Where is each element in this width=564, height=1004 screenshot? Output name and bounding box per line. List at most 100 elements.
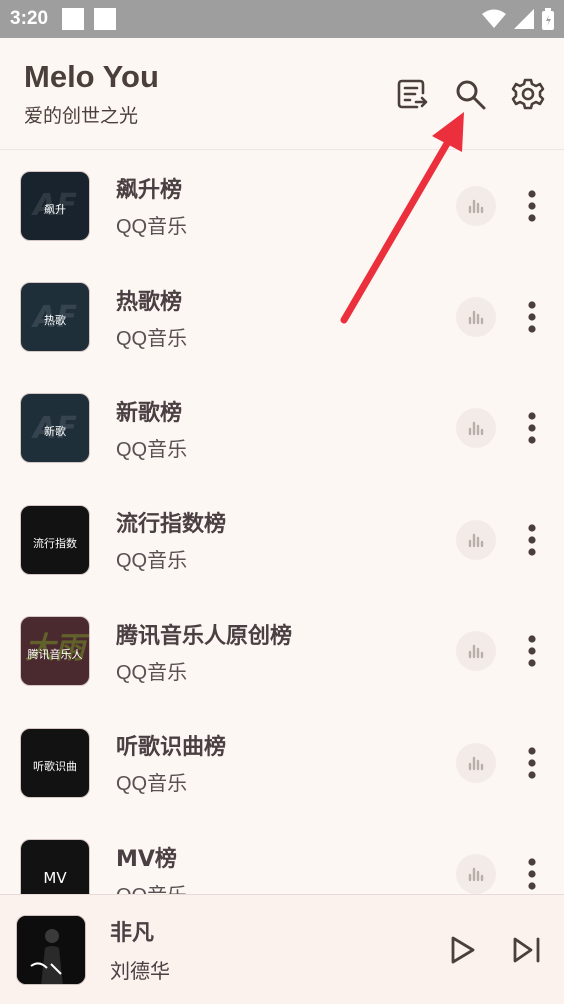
chart-title: 听歌识曲榜: [116, 735, 227, 761]
item-text: 流行指数榜 QQ音乐: [116, 506, 226, 573]
chart-cover: AF 飙升: [20, 170, 90, 241]
chart-title: 流行指数榜: [116, 512, 227, 538]
mini-player[interactable]: 非凡 刘德华: [0, 894, 564, 1004]
next-track-button[interactable]: [510, 933, 544, 967]
play-chart-button[interactable]: [456, 742, 496, 783]
chart-cover: MV: [20, 839, 90, 894]
app-subtitle: 爱的创世之光: [24, 105, 139, 127]
chart-title: 新歌榜: [116, 400, 183, 426]
more-options-button[interactable]: [522, 297, 542, 337]
play-icon: [451, 936, 475, 963]
more-options-button[interactable]: [522, 520, 542, 560]
now-playing-info: 非凡 刘德华: [110, 915, 170, 984]
status-time: 3:20: [10, 8, 49, 29]
list-item[interactable]: AF 热歌 热歌榜 QQ音乐: [0, 261, 564, 372]
album-cover: [16, 914, 86, 985]
notification-icon: [62, 8, 85, 30]
chart-cover: AF 新歌: [20, 393, 90, 464]
song-artist: 刘德华: [110, 959, 170, 983]
cover-label: 流行指数: [33, 536, 77, 550]
cover-label: 听歌识曲: [33, 759, 77, 773]
list-item[interactable]: AF 新歌 新歌榜 QQ音乐: [0, 373, 564, 484]
more-options-button[interactable]: [522, 631, 542, 671]
item-actions: [456, 631, 542, 672]
equalizer-icon: [468, 199, 484, 213]
more-vert-icon: [528, 635, 536, 667]
chart-title: 飙升榜: [116, 178, 183, 204]
item-text: 新歌榜 QQ音乐: [116, 395, 187, 462]
chart-list: AF 飙升 飙升榜 QQ音乐 AF 热歌 热歌榜 QQ音乐 AF 新歌 新歌榜 …: [0, 150, 564, 894]
play-chart-button[interactable]: [456, 408, 496, 449]
chart-source: QQ音乐: [116, 773, 188, 796]
list-item[interactable]: MV MV榜 QQ音乐: [0, 818, 564, 894]
list-item[interactable]: AF 飙升 飙升榜 QQ音乐: [0, 150, 564, 261]
chart-title: 腾讯音乐人原创榜: [116, 623, 293, 649]
chart-source: QQ音乐: [116, 438, 188, 461]
item-text: 热歌榜 QQ音乐: [116, 284, 187, 351]
item-actions: [456, 742, 542, 783]
app-title: Melo You: [24, 59, 159, 94]
chart-source: QQ音乐: [116, 327, 188, 350]
chart-cover: 听歌识曲: [20, 727, 90, 798]
item-text: MV榜 QQ音乐: [116, 841, 187, 894]
settings-button[interactable]: [510, 76, 546, 112]
chart-title: MV榜: [116, 846, 177, 872]
song-title: 非凡: [110, 921, 155, 946]
cover-label: 新歌: [44, 425, 66, 439]
player-controls: [446, 933, 544, 967]
more-options-button[interactable]: [522, 743, 542, 783]
chart-cover: 大雨 腾讯音乐人: [20, 616, 90, 687]
play-chart-button[interactable]: [456, 185, 496, 226]
equalizer-icon: [468, 756, 484, 770]
list-item[interactable]: 大雨 腾讯音乐人 腾讯音乐人原创榜 QQ音乐: [0, 596, 564, 707]
wifi-icon: [482, 9, 506, 28]
more-vert-icon: [528, 858, 536, 890]
play-chart-button[interactable]: [456, 297, 496, 338]
more-vert-icon: [528, 190, 536, 222]
equalizer-icon: [468, 645, 484, 659]
chart-source: QQ音乐: [116, 661, 188, 684]
more-options-button[interactable]: [522, 854, 542, 894]
chart-cover: 流行指数: [20, 504, 90, 575]
playlist-export-button[interactable]: [394, 76, 430, 112]
play-chart-button[interactable]: [456, 519, 496, 560]
more-vert-icon: [528, 747, 536, 779]
list-item[interactable]: 听歌识曲 听歌识曲榜 QQ音乐: [0, 707, 564, 818]
app-header: Melo You 爱的创世之光: [0, 38, 564, 150]
item-actions: [456, 408, 542, 449]
item-text: 听歌识曲榜 QQ音乐: [116, 729, 226, 796]
header-actions: [394, 76, 546, 112]
album-art: [17, 915, 85, 984]
list-item[interactable]: 流行指数 流行指数榜 QQ音乐: [0, 484, 564, 595]
play-chart-button[interactable]: [456, 854, 496, 894]
chart-source: QQ音乐: [116, 879, 187, 894]
status-bar: 3:20: [0, 0, 564, 38]
item-actions: [456, 185, 542, 226]
chart-source: QQ音乐: [116, 216, 188, 239]
search-button[interactable]: [452, 76, 488, 112]
equalizer-icon: [468, 422, 484, 436]
cover-label: 飙升: [44, 202, 66, 216]
status-indicators: [482, 8, 554, 30]
chart-source: QQ音乐: [116, 550, 188, 573]
equalizer-icon: [468, 867, 484, 882]
item-actions: [456, 854, 542, 894]
title-block: Melo You 爱的创世之光: [24, 59, 159, 128]
play-chart-button[interactable]: [456, 631, 496, 672]
skip-next-icon: [513, 937, 540, 962]
battery-icon: [542, 8, 554, 30]
search-icon: [456, 80, 486, 109]
item-text: 腾讯音乐人原创榜 QQ音乐: [116, 618, 292, 685]
signal-icon: [514, 9, 534, 29]
more-vert-icon: [528, 301, 536, 333]
item-actions: [456, 297, 542, 338]
play-button[interactable]: [446, 933, 480, 967]
cover-label: MV: [43, 868, 67, 887]
playlist-export-icon: [397, 79, 428, 108]
more-options-button[interactable]: [522, 186, 542, 226]
gear-icon: [511, 78, 545, 109]
more-vert-icon: [528, 412, 536, 445]
item-text: 飙升榜 QQ音乐: [116, 172, 187, 239]
chart-cover: AF 热歌: [20, 282, 90, 353]
more-options-button[interactable]: [522, 408, 542, 448]
